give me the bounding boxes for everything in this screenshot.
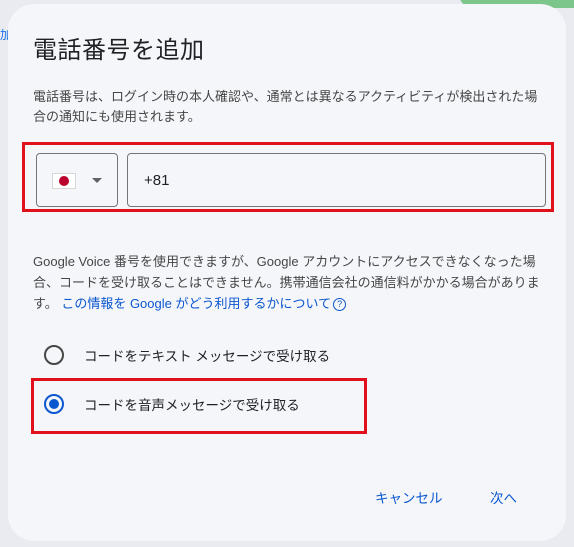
phone-number-input[interactable] — [127, 153, 546, 207]
dialog-description: 電話番号は、ログイン時の本人確認や、通常とは異なるアクティビティが検出された場合… — [33, 89, 538, 124]
radio-voice-message[interactable] — [44, 394, 64, 414]
radio-text-message[interactable] — [44, 345, 64, 365]
next-button[interactable]: 次へ — [484, 484, 523, 514]
caret-down-icon — [92, 178, 102, 183]
option-voice-message-label: コードを音声メッセージで受け取る — [84, 398, 300, 413]
phone-input-row-highlight — [22, 142, 554, 212]
add-phone-dialog: 電話番号を追加 電話番号は、ログイン時の本人確認や、通常とは異なるアクティビティ… — [8, 4, 566, 541]
dialog-title: 電話番号を追加 — [33, 37, 205, 64]
option-text-message-label: コードをテキスト メッセージで受け取る — [84, 349, 331, 364]
learn-more-link[interactable]: この情報を Google がどう利用するかについて — [61, 296, 331, 311]
help-icon[interactable]: ? — [333, 298, 347, 311]
cancel-button[interactable]: キャンセル — [369, 484, 449, 514]
option-text-message[interactable]: コードをテキスト メッセージで受け取る — [44, 343, 330, 367]
country-select[interactable] — [36, 153, 118, 207]
voice-number-note: Google Voice 番号を使用できますが、Google アカウントにアクセ… — [33, 251, 548, 314]
option-voice-message[interactable]: コードを音声メッセージで受け取る — [44, 392, 300, 416]
japan-flag-icon — [53, 174, 75, 188]
